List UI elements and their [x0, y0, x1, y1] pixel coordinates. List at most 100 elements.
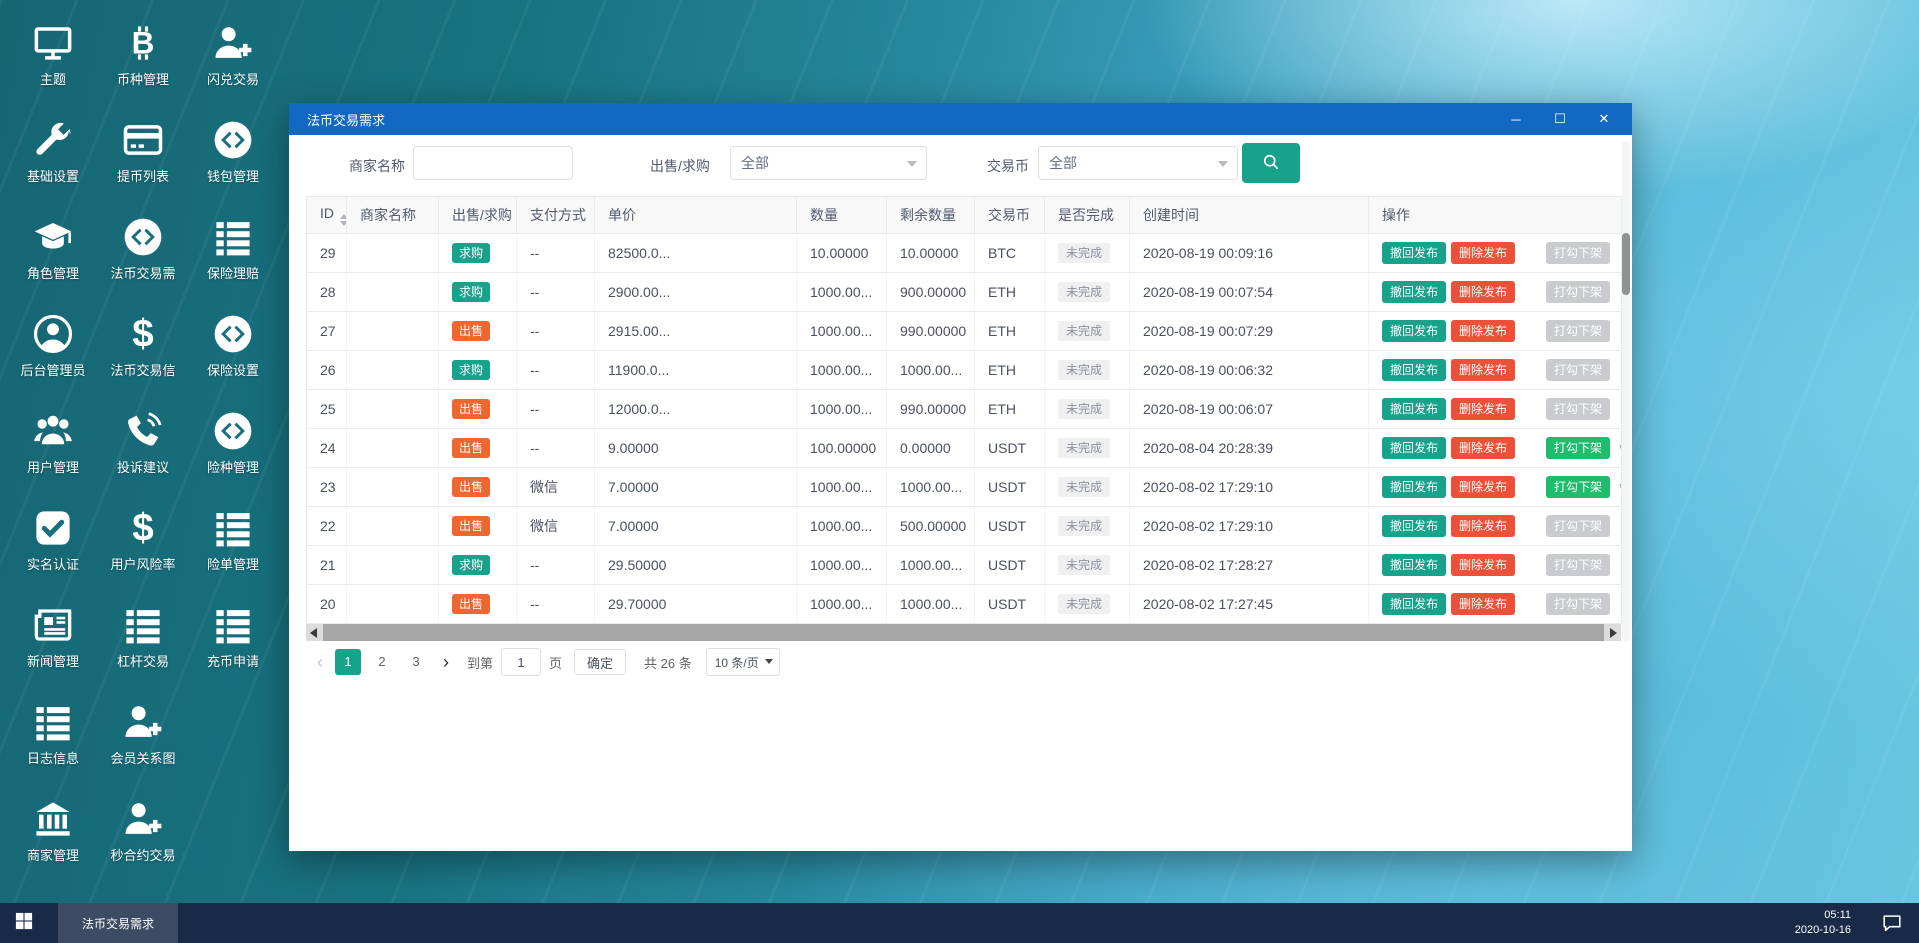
desktop-icon[interactable]: 主题	[8, 14, 98, 111]
desktop-icon[interactable]: 秒合约交易	[98, 790, 188, 887]
page-number-button[interactable]: 1	[335, 649, 361, 675]
coin-filter-select[interactable]: 全部	[1038, 146, 1238, 180]
row-dropdown-caret-icon[interactable]: ∨	[1618, 480, 1621, 494]
desktop-icon[interactable]: 角色管理	[8, 208, 98, 305]
withdraw-publish-button[interactable]: 撤回发布	[1382, 437, 1446, 459]
delete-publish-button[interactable]: 删除发布	[1451, 398, 1515, 420]
desktop-icon[interactable]: 新闻管理	[8, 596, 98, 693]
vertical-scrollbar-thumb[interactable]	[1622, 233, 1630, 295]
takedown-button[interactable]: 打勾下架	[1546, 242, 1610, 264]
sell-badge: 出售	[452, 321, 490, 341]
desktop-icon[interactable]: 充币申请	[188, 596, 278, 693]
desktop-icon[interactable]: 杠杆交易	[98, 596, 188, 693]
cell-remaining: 990.00000	[887, 312, 975, 351]
withdraw-publish-button[interactable]: 撤回发布	[1382, 554, 1446, 576]
scroll-left-arrow-icon[interactable]	[310, 628, 317, 638]
delete-publish-button[interactable]: 删除发布	[1451, 437, 1515, 459]
column-header: 操作	[1369, 197, 1622, 234]
desktop-icon[interactable]: 投诉建议	[98, 402, 188, 499]
page-number-button[interactable]: 3	[403, 649, 429, 675]
scroll-right-arrow-icon[interactable]	[1610, 628, 1617, 638]
desktop-icon[interactable]: 险种管理	[188, 402, 278, 499]
withdraw-publish-button[interactable]: 撤回发布	[1382, 359, 1446, 381]
desktop-icon[interactable]: $用户风险率	[98, 499, 188, 596]
desktop-icon[interactable]: 用户管理	[8, 402, 98, 499]
desktop-icon-label: 保险理赔	[207, 263, 259, 282]
side-filter-label: 出售/求购	[650, 156, 710, 176]
next-page-button[interactable]: ›	[443, 652, 449, 673]
desktop-icon[interactable]: 会员关系图	[98, 693, 188, 790]
page-number-button[interactable]: 2	[369, 649, 395, 675]
per-page-select[interactable]: 10 条/页	[706, 648, 780, 676]
goto-page-input[interactable]	[501, 648, 541, 676]
delete-publish-button[interactable]: 删除发布	[1451, 359, 1515, 381]
desktop-icon[interactable]: 后台管理员	[8, 305, 98, 402]
delete-publish-button[interactable]: 删除发布	[1451, 320, 1515, 342]
desktop-icon[interactable]: 保险设置	[188, 305, 278, 402]
delete-publish-button[interactable]: 删除发布	[1451, 476, 1515, 498]
desktop-icon[interactable]: 日志信息	[8, 693, 98, 790]
withdraw-publish-button[interactable]: 撤回发布	[1382, 593, 1446, 615]
table-header-row: ID商家名称出售/求购支付方式单价数量剩余数量交易币是否完成创建时间操作	[307, 197, 1622, 234]
taskbar-item-fiat-trade[interactable]: 法币交易需求	[58, 903, 178, 943]
desktop-icon[interactable]: 保险理赔	[188, 208, 278, 305]
desktop-icon[interactable]: 商家管理	[8, 790, 98, 887]
desktop-icon[interactable]: 实名认证	[8, 499, 98, 596]
horizontal-scrollbar-thumb[interactable]	[323, 624, 1604, 641]
takedown-button[interactable]: 打勾下架	[1546, 554, 1610, 576]
takedown-button[interactable]: 打勾下架	[1546, 398, 1610, 420]
cell-actions: 撤回发布删除发布 打勾下架	[1369, 546, 1622, 585]
taskbar-clock[interactable]: 05:11 2020-10-16	[1795, 908, 1851, 939]
desktop-icon[interactable]: 基础设置	[8, 111, 98, 208]
delete-publish-button[interactable]: 删除发布	[1451, 242, 1515, 264]
delete-publish-button[interactable]: 删除发布	[1451, 281, 1515, 303]
column-header: 交易币	[975, 197, 1045, 234]
desktop-icon[interactable]: $法币交易信	[98, 305, 188, 402]
dollar-icon: $	[120, 505, 166, 551]
takedown-button[interactable]: 打勾下架	[1546, 437, 1610, 459]
column-header[interactable]: ID	[307, 197, 347, 234]
row-dropdown-caret-icon[interactable]: ∨	[1618, 441, 1621, 455]
confirm-button[interactable]: 确定	[574, 649, 626, 675]
desktop-icon[interactable]: 提币列表	[98, 111, 188, 208]
takedown-button[interactable]: 打勾下架	[1546, 515, 1610, 537]
takedown-button[interactable]: 打勾下架	[1546, 359, 1610, 381]
cell-created-time: 2020-08-04 20:28:39	[1130, 429, 1369, 468]
vertical-scrollbar[interactable]	[1622, 141, 1630, 641]
cell-status: 未完成	[1045, 468, 1130, 507]
minimize-button[interactable]: ─	[1494, 103, 1538, 135]
withdraw-publish-button[interactable]: 撤回发布	[1382, 281, 1446, 303]
withdraw-publish-button[interactable]: 撤回发布	[1382, 242, 1446, 264]
column-header-label: 是否完成	[1058, 207, 1114, 223]
withdraw-publish-button[interactable]: 撤回发布	[1382, 398, 1446, 420]
cell-amount: 1000.00...	[797, 390, 887, 429]
cell-amount: 1000.00...	[797, 585, 887, 624]
delete-publish-button[interactable]: 删除发布	[1451, 554, 1515, 576]
desktop-icon[interactable]: 闪兑交易	[188, 14, 278, 111]
withdraw-publish-button[interactable]: 撤回发布	[1382, 476, 1446, 498]
takedown-button[interactable]: 打勾下架	[1546, 593, 1610, 615]
takedown-button[interactable]: 打勾下架	[1546, 476, 1610, 498]
withdraw-publish-button[interactable]: 撤回发布	[1382, 515, 1446, 537]
cell-coin: USDT	[975, 429, 1045, 468]
desktop-icon[interactable]: 险单管理	[188, 499, 278, 596]
withdraw-publish-button[interactable]: 撤回发布	[1382, 320, 1446, 342]
sort-icon[interactable]	[340, 214, 347, 226]
takedown-button[interactable]: 打勾下架	[1546, 320, 1610, 342]
delete-publish-button[interactable]: 删除发布	[1451, 593, 1515, 615]
close-button[interactable]: ✕	[1582, 103, 1626, 135]
start-button[interactable]	[0, 903, 48, 943]
maximize-button[interactable]: ☐	[1538, 103, 1582, 135]
desktop-icon[interactable]: 钱包管理	[188, 111, 278, 208]
prev-page-button[interactable]: ‹	[317, 652, 323, 673]
desktop-icon[interactable]: B币种管理	[98, 14, 188, 111]
desktop-icon[interactable]: 法币交易需	[98, 208, 188, 305]
chat-bubble-icon[interactable]	[1879, 910, 1905, 936]
side-filter-select[interactable]: 全部	[730, 146, 927, 180]
search-button[interactable]	[1242, 143, 1300, 183]
takedown-button[interactable]: 打勾下架	[1546, 281, 1610, 303]
merchant-name-input[interactable]	[413, 146, 573, 180]
delete-publish-button[interactable]: 删除发布	[1451, 515, 1515, 537]
horizontal-scrollbar[interactable]	[306, 624, 1621, 641]
cell-created-time: 2020-08-02 17:27:45	[1130, 585, 1369, 624]
